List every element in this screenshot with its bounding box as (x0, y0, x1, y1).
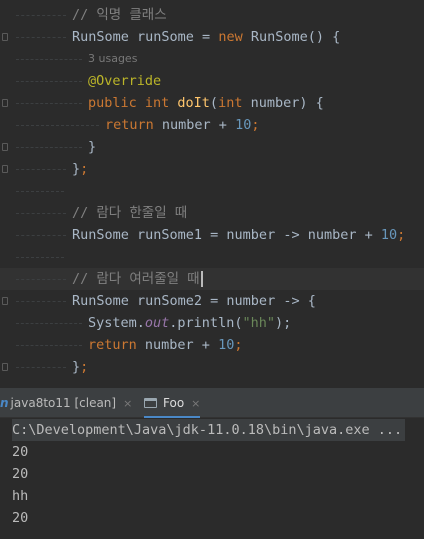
code-token: number) { (250, 95, 324, 111)
indent-guide (16, 147, 82, 148)
console-line: 20 (12, 510, 29, 526)
code-line: System.out.println("hh"); (0, 312, 424, 334)
code-token: return (88, 337, 145, 353)
fold-marker-icon[interactable] (2, 143, 8, 151)
code-token: number + (144, 337, 219, 353)
code-line: }; (0, 356, 424, 378)
console-line: 20 (12, 466, 29, 482)
code-token: System. (88, 315, 145, 331)
code-token: RunSome (72, 29, 129, 45)
code-token: return (105, 117, 162, 133)
indent-guide (16, 301, 66, 302)
indent-guide (16, 191, 64, 192)
indent-guide (16, 81, 82, 82)
code-token: new (218, 29, 243, 45)
close-icon[interactable]: × (123, 397, 132, 410)
code-token: RunSome runSome1 = number -> number + (72, 227, 381, 243)
code-token: 3 usages (88, 52, 138, 65)
indent-guide (16, 367, 66, 368)
code-token: ; (251, 117, 260, 133)
close-icon[interactable]: × (191, 397, 200, 410)
indent-guide (16, 213, 66, 214)
fold-marker-icon[interactable] (2, 165, 8, 173)
code-line: RunSome runSome1 = number -> number + 10… (0, 224, 424, 246)
fold-marker-icon[interactable] (2, 99, 8, 107)
code-token: ); (274, 315, 292, 331)
code-token: // 익명 클래스 (72, 7, 167, 23)
code-line (0, 246, 424, 268)
code-token: ; (80, 161, 89, 177)
indent-guide (16, 37, 66, 38)
code-line (0, 180, 424, 202)
code-line: @Override (0, 70, 424, 92)
text-caret (200, 271, 203, 287)
fold-marker-icon[interactable] (2, 297, 8, 305)
tab-foo-label: Foo (163, 396, 185, 410)
console-command-line: C:\Development\Java\jdk-11.0.18\bin\java… (12, 419, 406, 441)
code-line: RunSome runSome2 = number -> { (0, 290, 424, 312)
code-token: RunSome runSome2 = number -> { (72, 293, 316, 309)
code-token: .println( (169, 315, 243, 331)
code-line: // 람다 한줄일 때 (0, 202, 424, 224)
code-token: 10 (380, 227, 398, 243)
fold-marker-icon[interactable] (2, 363, 8, 371)
code-token: // 람다 여러줄일 때 (72, 271, 200, 287)
code-line: RunSome runSome = new RunSome() { (0, 26, 424, 48)
tab-java8to11-label: java8to11 [clean] (10, 396, 117, 410)
tab-foo[interactable]: Foo × (144, 389, 201, 418)
code-token: ( (209, 95, 219, 111)
code-token: out (144, 315, 170, 331)
code-token: } (88, 139, 97, 155)
code-token: // 람다 한줄일 때 (72, 205, 188, 221)
code-token: 10 (235, 117, 252, 133)
code-line: } (0, 136, 424, 158)
console-line: 20 (12, 444, 29, 460)
run-config-icon (144, 398, 157, 408)
code-editor[interactable]: // 익명 클래스 RunSome runSome = new RunSome()… (0, 0, 424, 388)
code-line: }; (0, 158, 424, 180)
indent-guide (16, 15, 66, 16)
console-output[interactable]: C:\Development\Java\jdk-11.0.18\bin\java… (0, 419, 424, 539)
usages-hint[interactable]: 3 usages (0, 48, 424, 70)
code-token: public int (88, 95, 178, 111)
code-token: RunSome() { (242, 29, 341, 45)
indent-guide (16, 257, 64, 258)
code-line: // 람다 여러줄일 때 (0, 268, 424, 290)
indent-guide (16, 59, 82, 60)
code-token: @Override (88, 73, 162, 89)
code-token: int (218, 95, 251, 111)
run-tabbar: n java8to11 [clean] × Foo × (0, 389, 424, 418)
code-line: return number + 10; (0, 334, 424, 356)
indent-guide (16, 103, 82, 104)
indent-guide (16, 323, 82, 324)
indent-guide (16, 235, 66, 236)
code-token: number + (161, 117, 236, 133)
code-token: ; (234, 337, 243, 353)
code-token: ; (80, 359, 89, 375)
code-token: runSome = (128, 29, 219, 45)
indent-guide (16, 279, 66, 280)
code-token: } (72, 161, 81, 177)
code-line: public int doIt(int number) { (0, 92, 424, 114)
indent-guide (16, 345, 82, 346)
code-token: doIt (177, 95, 210, 111)
console-line: hh (12, 488, 29, 504)
code-token: } (72, 359, 81, 375)
tab-java8to11[interactable]: n java8to11 [clean] × (0, 389, 132, 417)
code-token: 10 (218, 337, 235, 353)
code-token: ; (397, 227, 406, 243)
run-tool-window: n java8to11 [clean] × Foo × C:\Development\… (0, 388, 424, 539)
code-token: "hh" (242, 315, 275, 331)
fold-marker-icon[interactable] (2, 33, 8, 41)
code-line: // 익명 클래스 (0, 4, 424, 26)
code-line: return number + 10; (0, 114, 424, 136)
indent-guide (16, 169, 66, 170)
maven-icon: n (0, 396, 9, 410)
indent-guide (16, 125, 99, 126)
